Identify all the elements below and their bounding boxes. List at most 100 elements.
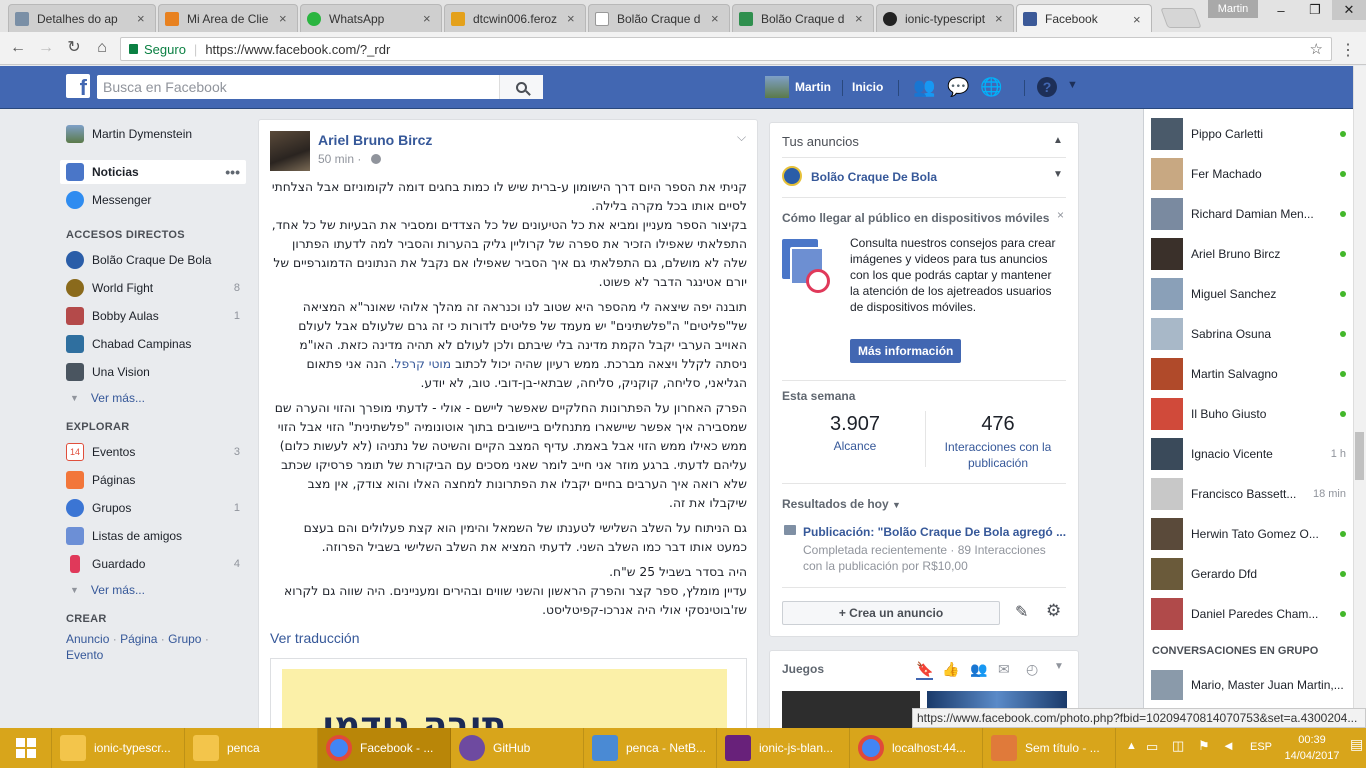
profile-badge[interactable]: Martin [1208, 0, 1258, 18]
create-ad-button[interactable]: + Crea un anuncio [782, 601, 1000, 625]
close-tab-icon[interactable]: × [279, 11, 291, 26]
chat-contact[interactable]: Daniel Paredes Cham... [1151, 598, 1346, 630]
shortcut-item[interactable]: Bolão Craque De Bola [66, 249, 246, 271]
chat-contact[interactable]: Francisco Bassett... 18 min [1151, 478, 1346, 510]
shortcut-item[interactable]: Bobby Aulas 1 [66, 305, 246, 327]
bookmark-star-icon[interactable]: ☆ [1310, 40, 1323, 58]
chat-contact[interactable]: Ignacio Vicente 1 h [1151, 438, 1346, 470]
see-more-shortcuts-link[interactable]: ▼ Ver más... [70, 387, 250, 409]
secure-indicator[interactable]: Seguro [129, 42, 186, 57]
network-icon[interactable]: ◫ [1172, 738, 1184, 754]
browser-tab[interactable]: Detalhes do ap × [8, 4, 156, 32]
reload-icon[interactable]: ↻ [64, 38, 84, 58]
create-ad-link[interactable]: Anuncio [66, 632, 109, 646]
taskbar-item[interactable]: ionic-typescr... [52, 728, 185, 768]
edit-pencil-icon[interactable]: ✎ [1015, 602, 1028, 622]
more-options-icon[interactable]: ••• [225, 164, 240, 180]
more-info-button[interactable]: Más información [850, 339, 962, 363]
chat-contact[interactable]: Fer Machado [1151, 158, 1346, 190]
browser-tab[interactable]: WhatsApp × [300, 4, 442, 32]
boosted-post-link[interactable]: Publicación: "Bolão Craque De Bola agreg… [803, 525, 1066, 539]
facebook-logo-icon[interactable]: f [66, 74, 90, 98]
shortcut-item[interactable]: World Fight 8 [66, 277, 246, 299]
url-input[interactable]: Seguro | https://www.facebook.com/?_rdr … [120, 37, 1332, 61]
games-friends-tab-icon[interactable]: 👥 [970, 661, 987, 678]
chat-contact[interactable]: Miguel Sanchez [1151, 278, 1346, 310]
shortcut-item[interactable]: Una Vision [66, 361, 246, 383]
close-tab-icon[interactable]: × [567, 11, 579, 26]
chat-contact[interactable]: Gerardo Dfd [1151, 558, 1346, 590]
games-activity-tab-icon[interactable]: ◴ [1026, 661, 1038, 678]
close-tab-icon[interactable]: × [137, 11, 149, 26]
tray-chevron-up-icon[interactable]: ▲ [1126, 740, 1137, 752]
post-options-chevron-icon[interactable]: ⌵ [737, 130, 746, 145]
post-timestamp[interactable]: 50 min · [318, 152, 381, 166]
notifications-icon[interactable]: ▤ [1350, 736, 1363, 753]
close-window-icon[interactable]: ✕ [1332, 0, 1366, 20]
chat-contact[interactable]: Herwin Tato Gomez O... [1151, 518, 1346, 550]
chevron-down-icon[interactable]: ▼ [1054, 661, 1064, 672]
close-tab-icon[interactable]: × [855, 11, 867, 26]
input-language[interactable]: ESP [1250, 741, 1272, 753]
reach-label[interactable]: Alcance [782, 439, 928, 453]
close-tab-icon[interactable]: × [1133, 12, 1145, 27]
browser-menu-icon[interactable]: ⋮ [1340, 40, 1356, 60]
results-today-heading[interactable]: Resultados de hoy ▼ [782, 497, 901, 511]
taskbar-item[interactable]: localhost:44... [850, 728, 983, 768]
battery-icon[interactable]: ▭ [1146, 739, 1158, 755]
taskbar-item[interactable]: ionic-js-blan... [717, 728, 850, 768]
close-tab-icon[interactable]: × [995, 11, 1007, 26]
browser-tab[interactable]: Mi Area de Clie × [158, 4, 298, 32]
back-icon[interactable]: ← [8, 38, 28, 58]
profile-link[interactable]: Martin [795, 80, 831, 94]
browser-tab[interactable]: Bolão Craque d × [732, 4, 874, 32]
explore-item[interactable]: 14 Eventos 3 [66, 441, 246, 463]
taskbar-item-active[interactable]: Facebook - ... [318, 728, 451, 768]
sidebar-item-news-feed[interactable]: Noticias ••• [66, 161, 246, 183]
avatar[interactable] [270, 131, 310, 171]
ad-page-selector[interactable]: Bolão Craque De Bola [811, 170, 937, 184]
browser-tab-active[interactable]: Facebook × [1016, 4, 1152, 33]
windows-start-icon[interactable] [0, 728, 52, 768]
browser-tab[interactable]: Bolão Craque d × [588, 4, 730, 32]
create-page-link[interactable]: Página [120, 632, 157, 646]
account-menu-caret-icon[interactable]: ▼ [1067, 79, 1078, 91]
post-author-link[interactable]: Ariel Bruno Bircz [318, 132, 432, 148]
restore-icon[interactable]: ❐ [1298, 0, 1332, 20]
shared-photo-attachment[interactable]: תובה נודמו [270, 658, 747, 738]
quick-help-icon[interactable]: ? [1037, 77, 1057, 97]
shortcut-item[interactable]: Chabad Campinas [66, 333, 246, 355]
avatar[interactable] [765, 76, 789, 98]
games-messages-tab-icon[interactable]: ✉ [998, 661, 1010, 678]
chat-contact[interactable]: Martin Salvagno [1151, 358, 1346, 390]
chat-contact[interactable]: Pippo Carletti [1151, 118, 1346, 150]
sidebar-item-messenger[interactable]: Messenger [66, 189, 246, 211]
interactions-label[interactable]: Interacciones con la publicación [930, 439, 1066, 471]
friend-requests-icon[interactable]: 👥 [913, 77, 935, 97]
see-more-explore-link[interactable]: ▼ Ver más... [70, 579, 250, 601]
forward-icon[interactable]: → [36, 38, 56, 58]
chat-contact[interactable]: Sabrina Osuna [1151, 318, 1346, 350]
close-tab-icon[interactable]: × [423, 11, 435, 26]
create-group-link[interactable]: Grupo [168, 632, 201, 646]
mention-link[interactable]: מוטי קרפל [394, 357, 451, 371]
volume-icon[interactable]: ◄ [1222, 738, 1235, 753]
chat-contact[interactable]: Ariel Bruno Bircz [1151, 238, 1346, 270]
see-translation-link[interactable]: Ver traducción [270, 630, 360, 646]
settings-gear-icon[interactable]: ⚙ [1046, 601, 1061, 621]
collapse-up-icon[interactable]: ▲ [1053, 135, 1063, 146]
page-chevron-down-icon[interactable]: ▼ [1053, 169, 1063, 180]
search-input[interactable] [97, 76, 497, 98]
group-conversation[interactable]: Mario, Master Juan Martin,... [1151, 670, 1346, 700]
explore-item[interactable]: Grupos 1 [66, 497, 246, 519]
taskbar-item[interactable]: penca [185, 728, 318, 768]
home-icon[interactable]: ⌂ [92, 38, 112, 58]
games-like-tab-icon[interactable]: 👍 [942, 661, 959, 678]
home-link[interactable]: Inicio [852, 80, 883, 94]
search-button[interactable] [499, 75, 543, 99]
new-tab-button[interactable] [1160, 8, 1202, 28]
browser-tab[interactable]: dtcwin006.feroz × [444, 4, 586, 32]
explore-item[interactable]: Guardado 4 [66, 553, 246, 575]
taskbar-item[interactable]: penca - NetB... [584, 728, 717, 768]
explore-item[interactable]: Páginas [66, 469, 246, 491]
